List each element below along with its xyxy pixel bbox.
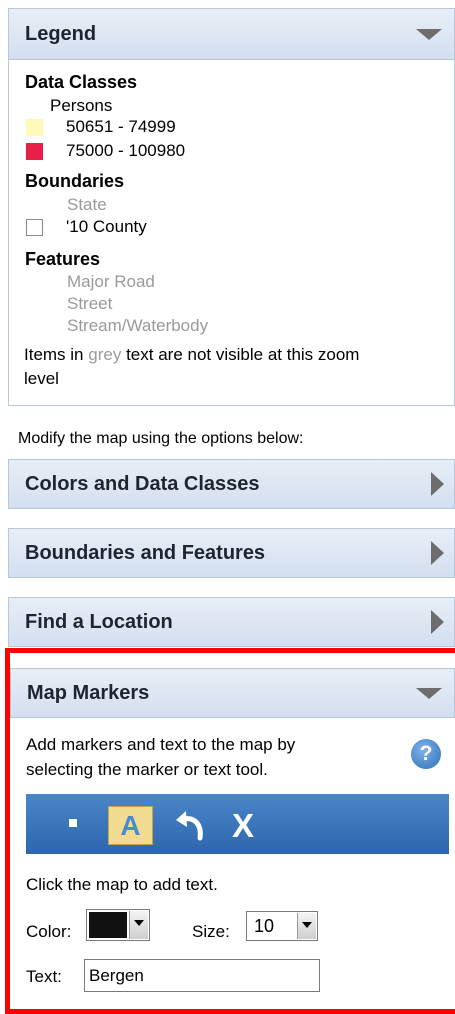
colors-section-header[interactable]: Colors and Data Classes bbox=[8, 459, 455, 509]
boundary-state: State bbox=[67, 195, 107, 214]
find-location-section-title: Find a Location bbox=[25, 610, 173, 633]
markers-description-line1: Add markers and text to the map by bbox=[26, 735, 296, 754]
text-tool-icon[interactable]: A bbox=[108, 806, 153, 845]
feature-item: Major Road bbox=[67, 272, 155, 291]
legend-note: Items in grey text are not visible at th… bbox=[24, 345, 359, 365]
legend-note-grey: grey bbox=[88, 345, 122, 364]
text-tool-glyph: A bbox=[120, 810, 141, 841]
map-markers-header[interactable]: Map Markers bbox=[10, 668, 455, 718]
boundary-county: '10 County bbox=[66, 217, 147, 236]
legend-note-prefix: Items in bbox=[24, 345, 84, 364]
legend-header[interactable]: Legend bbox=[8, 8, 455, 60]
legend-note-line2: level bbox=[24, 369, 59, 388]
clear-icon[interactable]: X bbox=[225, 808, 261, 844]
boundaries-section-title: Boundaries and Features bbox=[25, 541, 266, 564]
boundaries-heading: Boundaries bbox=[25, 171, 125, 191]
undo-icon[interactable] bbox=[170, 808, 208, 844]
markers-description-line2: selecting the marker or text tool. bbox=[26, 760, 268, 779]
help-icon[interactable]: ? bbox=[411, 739, 441, 769]
color-label: Color: bbox=[26, 922, 72, 941]
class-swatch-2 bbox=[26, 143, 43, 160]
expand-arrow-icon bbox=[431, 472, 444, 496]
markers-instruction: Click the map to add text. bbox=[26, 875, 218, 894]
county-swatch bbox=[26, 219, 43, 236]
data-classes-field: Persons bbox=[50, 96, 113, 115]
collapse-arrow-icon bbox=[416, 29, 442, 40]
size-label: Size: bbox=[192, 922, 230, 941]
collapse-arrow-icon bbox=[416, 688, 442, 699]
text-label: Text: bbox=[26, 967, 62, 986]
dropdown-arrow-icon[interactable] bbox=[129, 911, 148, 939]
class-label-2: 75000 - 100980 bbox=[66, 141, 186, 160]
expand-arrow-icon bbox=[431, 610, 444, 634]
help-symbol: ? bbox=[419, 742, 433, 765]
features-heading: Features bbox=[25, 249, 101, 269]
find-location-section-header[interactable]: Find a Location bbox=[8, 597, 455, 647]
class-swatch-1 bbox=[26, 119, 43, 136]
clear-glyph: X bbox=[231, 807, 254, 844]
size-dropdown[interactable]: 10 bbox=[246, 911, 318, 941]
feature-item: Street bbox=[67, 294, 113, 313]
size-value: 10 bbox=[254, 916, 275, 936]
boundaries-section-header[interactable]: Boundaries and Features bbox=[8, 528, 455, 578]
marker-tool-icon[interactable] bbox=[69, 819, 77, 827]
class-label-1: 50651 - 74999 bbox=[66, 117, 176, 136]
color-dropdown[interactable] bbox=[86, 909, 150, 941]
dropdown-arrow-icon[interactable] bbox=[297, 913, 316, 939]
modify-instructions: Modify the map using the options below: bbox=[18, 430, 304, 447]
data-classes-heading: Data Classes bbox=[25, 72, 138, 92]
text-input[interactable] bbox=[84, 959, 320, 992]
map-markers-title: Map Markers bbox=[27, 681, 150, 704]
color-swatch bbox=[89, 912, 127, 938]
colors-section-title: Colors and Data Classes bbox=[25, 472, 260, 495]
legend-title: Legend bbox=[25, 22, 97, 45]
feature-item: Stream/Waterbody bbox=[67, 316, 209, 335]
expand-arrow-icon bbox=[431, 541, 444, 565]
legend-note-suffix: text are not visible at this zoom bbox=[126, 345, 360, 364]
